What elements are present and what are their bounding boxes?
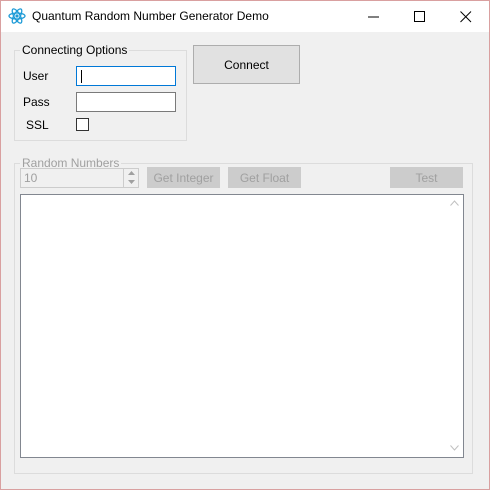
- title-bar[interactable]: Quantum Random Number Generator Demo: [1, 1, 489, 32]
- spin-down-button[interactable]: [123, 178, 138, 187]
- count-spinner[interactable]: 10: [20, 168, 139, 188]
- maximize-button[interactable]: [397, 1, 443, 32]
- close-button[interactable]: [443, 1, 489, 32]
- connecting-options-legend: Connecting Options: [20, 43, 130, 57]
- user-input[interactable]: [76, 66, 176, 86]
- test-button[interactable]: Test: [390, 167, 463, 188]
- count-value: 10: [24, 171, 38, 185]
- spin-up-button[interactable]: [123, 169, 138, 178]
- get-integer-button[interactable]: Get Integer: [147, 167, 220, 188]
- minimize-icon: [368, 16, 379, 18]
- chevron-down-icon: [450, 445, 459, 451]
- connect-button[interactable]: Connect: [193, 45, 300, 84]
- ssl-checkbox[interactable]: [76, 118, 89, 131]
- close-icon: [460, 11, 472, 23]
- vertical-scrollbar[interactable]: [446, 195, 463, 457]
- random-numbers-output[interactable]: [20, 194, 464, 458]
- random-numbers-group: Random Numbers 10 Get Integer Get Float …: [14, 156, 473, 474]
- window-title: Quantum Random Number Generator Demo: [32, 9, 269, 23]
- chevron-up-icon: [128, 171, 135, 175]
- user-label: User: [23, 69, 49, 83]
- minimize-button[interactable]: [351, 1, 397, 32]
- connecting-options-group: Connecting Options User Pass SSL: [14, 43, 187, 141]
- ssl-label: SSL: [26, 118, 49, 132]
- text-caret: [81, 70, 82, 83]
- app-window: Quantum Random Number Generator Demo Con…: [0, 0, 490, 490]
- pass-label: Pass: [23, 95, 50, 109]
- scroll-up-button[interactable]: [446, 195, 463, 212]
- maximize-icon: [414, 11, 425, 22]
- scroll-down-button[interactable]: [446, 440, 463, 457]
- pass-input[interactable]: [76, 92, 176, 112]
- chevron-down-icon: [128, 180, 135, 184]
- get-float-button[interactable]: Get Float: [228, 167, 301, 188]
- chevron-up-icon: [450, 200, 459, 206]
- atom-icon: [8, 7, 26, 25]
